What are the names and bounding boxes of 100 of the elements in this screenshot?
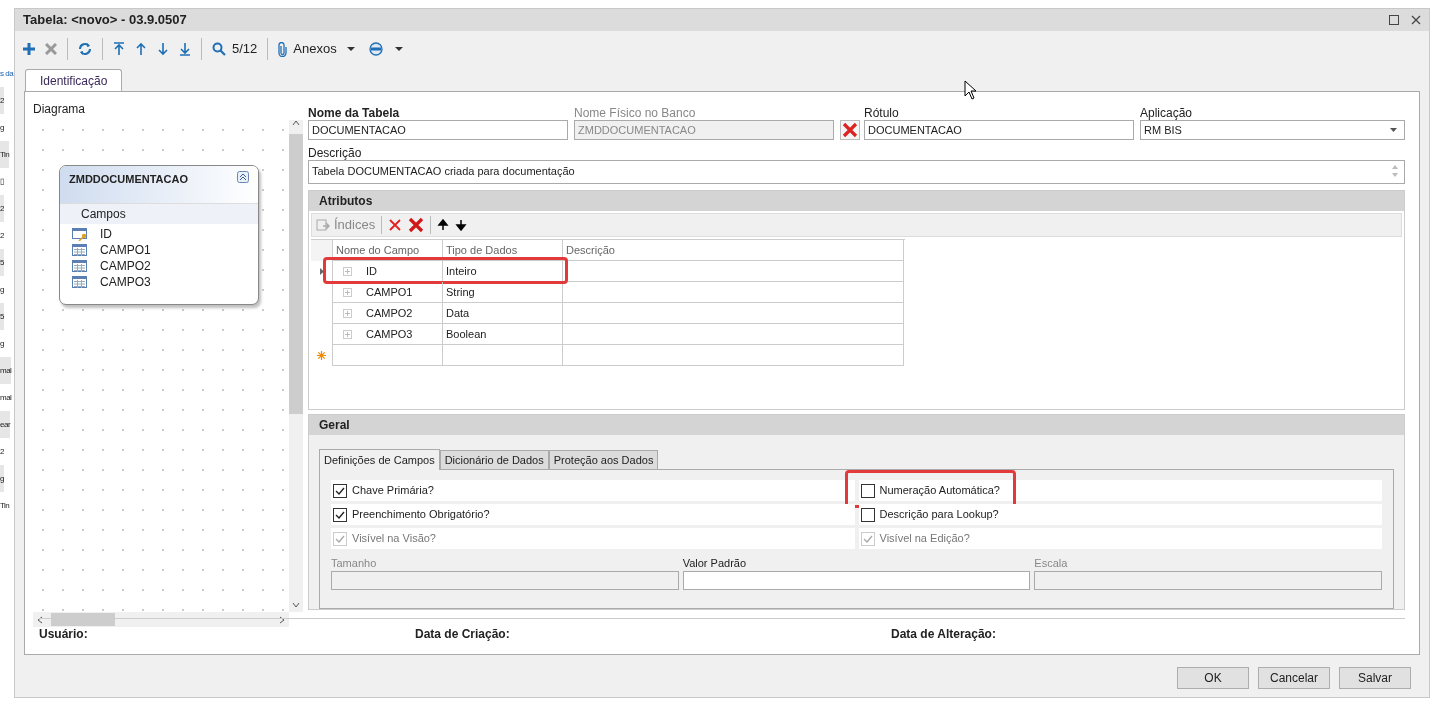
table-cell-text: String	[446, 284, 475, 300]
entity-title: ZMDDOCUMENTACAO	[69, 172, 188, 187]
checkmark-icon	[335, 486, 345, 495]
scroll-left-icon[interactable]	[37, 615, 43, 624]
table-cell-text: CAMPO1	[366, 284, 413, 300]
tab[interactable]: Definições de Campos	[319, 449, 440, 470]
background-text: 5	[0, 249, 4, 276]
checkbox[interactable]	[860, 507, 875, 522]
scroll-down-icon[interactable]	[292, 602, 300, 608]
collapse-icon[interactable]	[237, 171, 249, 183]
dialog-button[interactable]: Cancelar	[1258, 667, 1330, 689]
checkbox[interactable]	[333, 483, 347, 498]
entity-card[interactable]: ZMDDOCUMENTACAO Campos ID CAMPO1 CAMPO2 CAMPO3	[59, 165, 259, 305]
background-text: ear	[0, 411, 11, 438]
background-text: g	[0, 338, 4, 350]
checkmark-icon	[335, 534, 345, 543]
field-label: Descrição	[308, 145, 363, 160]
remove-all-icon[interactable]	[408, 217, 425, 233]
tab[interactable]: Proteção aos Dados	[548, 450, 659, 469]
background-text: 2	[0, 87, 4, 114]
footer-label: Usuário:	[39, 627, 88, 641]
table-cell-text: CAMPO3	[366, 326, 413, 342]
diagram-label: Diagrama	[33, 101, 87, 118]
tab[interactable]: Dicionário de Dados	[439, 450, 549, 469]
background-text: g	[0, 465, 4, 492]
background-text: s da	[0, 68, 14, 80]
arrow-up-icon[interactable]	[135, 42, 147, 56]
text-field[interactable]	[682, 571, 1031, 590]
delete-icon[interactable]	[45, 43, 57, 55]
footer-label: Data de Alteração:	[891, 627, 996, 641]
maximize-icon[interactable]	[1389, 15, 1399, 25]
checkbox-label: Descrição para Lookup?	[879, 507, 999, 523]
section-title: Atributos	[319, 193, 373, 210]
new-row-icon	[317, 351, 326, 360]
table-cell-text: Inteiro	[446, 263, 477, 279]
field-name: CAMPO3	[100, 274, 151, 291]
footer-label: Data de Criação:	[415, 627, 510, 641]
paperclip-icon	[278, 41, 288, 57]
caret-icon	[394, 47, 403, 51]
search-icon[interactable]	[212, 42, 226, 56]
dialog-button[interactable]: OK	[1177, 667, 1249, 689]
caret-icon	[1390, 128, 1397, 132]
arrow-down-icon[interactable]	[157, 42, 169, 56]
checkbox[interactable]	[860, 483, 875, 498]
window-title: Tabela: <novo> - 03.9.0507	[23, 11, 187, 30]
field-label: Valor Padrão	[682, 556, 748, 571]
last-record-icon[interactable]	[179, 42, 191, 56]
column-header[interactable]: Descrição	[563, 240, 904, 261]
move-down-icon[interactable]	[455, 219, 468, 231]
checkbox-label: Chave Primária?	[352, 483, 434, 499]
database-menu-button[interactable]	[368, 42, 403, 56]
attachments-button[interactable]: Anexos	[278, 39, 355, 59]
background-text: g	[0, 284, 4, 296]
field-name: CAMPO1	[100, 242, 151, 259]
background-text: mal	[0, 392, 12, 404]
background-text: mal	[0, 357, 12, 384]
field-label: Escala	[1034, 556, 1069, 571]
background-text: 5	[0, 303, 4, 330]
field-label: Rótulo	[863, 105, 900, 120]
checkbox[interactable]	[333, 507, 347, 522]
add-icon[interactable]	[23, 43, 35, 55]
table-cell-text: ID	[366, 263, 377, 279]
checkbox-label: Visível na Visão?	[352, 531, 436, 547]
table-cell-text: CAMPO2	[366, 305, 413, 321]
close-icon[interactable]	[1411, 15, 1421, 25]
column-header[interactable]: Nome do Campo	[333, 240, 443, 261]
refresh-icon[interactable]	[78, 42, 92, 56]
dropdown[interactable]: RM BIS	[1140, 120, 1405, 140]
background-text: 2	[0, 230, 4, 242]
clear-icon[interactable]	[840, 120, 860, 140]
scroll-up-icon[interactable]	[292, 120, 300, 126]
scroll-right-icon[interactable]	[279, 615, 285, 624]
indices-icon	[316, 218, 330, 232]
record-counter: 5/12	[232, 40, 258, 59]
field-label: Tamanho	[331, 556, 378, 571]
column-header[interactable]: Tipo de Dados	[443, 240, 563, 261]
remove-icon[interactable]	[388, 218, 403, 232]
background-text: 2	[0, 446, 4, 458]
background-text: Tin	[0, 141, 10, 168]
caret-icon	[346, 47, 355, 51]
text-field[interactable]: DOCUMENTACAO	[308, 120, 568, 140]
disc-icon	[368, 42, 383, 56]
tab[interactable]: Identificação	[25, 69, 123, 92]
table-cell-text: Data	[446, 305, 470, 321]
checkmark-icon	[862, 534, 873, 543]
section-title: Geral	[319, 417, 350, 434]
field-name: ID	[100, 226, 112, 243]
vertical-scrollbar[interactable]	[289, 120, 303, 612]
field-label: Nome Físico no Banco	[574, 105, 697, 120]
field-label: Aplicação	[1140, 105, 1194, 120]
section-label: Campos	[81, 206, 126, 223]
checkbox-label: Numeração Automática?	[879, 483, 1000, 499]
table-cell-text: Boolean	[446, 326, 487, 342]
checkbox-label: Visível na Edição?	[879, 531, 970, 547]
first-record-icon[interactable]	[113, 42, 125, 56]
background-text: Tin	[0, 500, 10, 512]
move-up-icon[interactable]	[437, 219, 450, 231]
dialog-button[interactable]: Salvar	[1339, 667, 1411, 689]
checkmark-icon	[335, 510, 345, 519]
text-field[interactable]: DOCUMENTACAO	[864, 120, 1134, 140]
